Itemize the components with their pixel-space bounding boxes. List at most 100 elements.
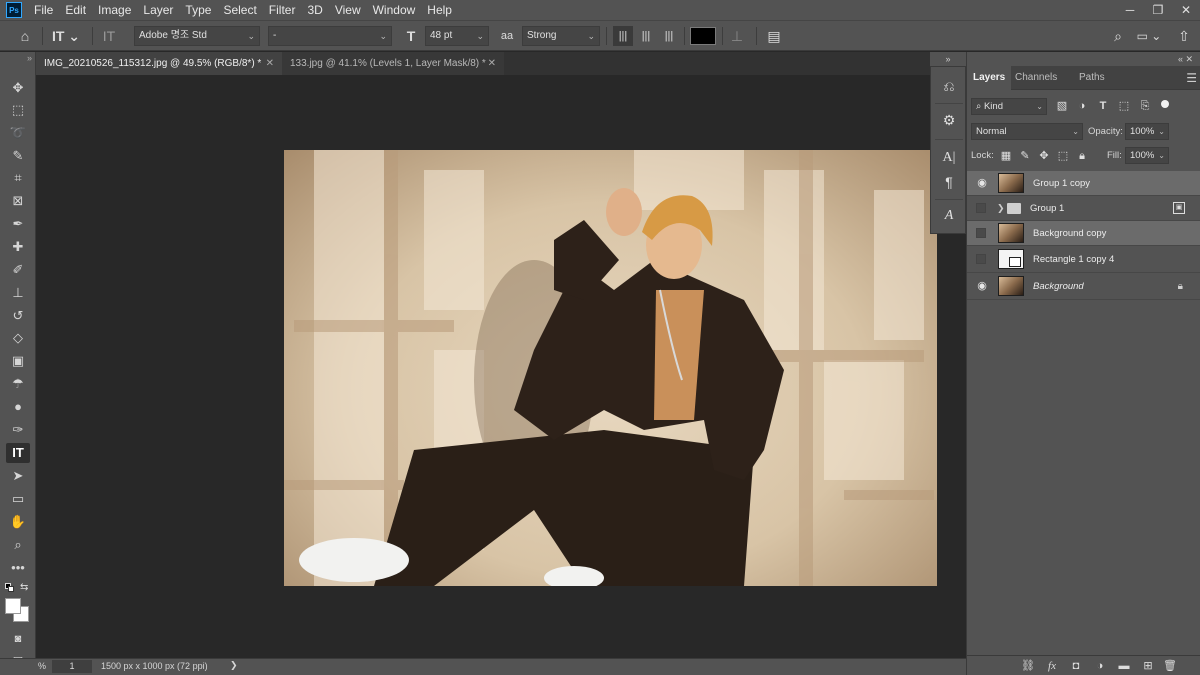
- brush-icon[interactable]: ✐: [6, 260, 30, 280]
- menu-3d[interactable]: 3D: [301, 0, 328, 20]
- close-icon[interactable]: ✕: [266, 52, 274, 75]
- quick-mask-icon[interactable]: ◙: [6, 629, 30, 649]
- minimize-icon[interactable]: ─: [1116, 0, 1144, 20]
- trash-icon[interactable]: 🗑︎: [1163, 659, 1177, 673]
- menu-help[interactable]: Help: [421, 0, 458, 20]
- align-center-icon[interactable]: |||: [636, 26, 656, 46]
- marquee-icon[interactable]: ⬚: [6, 100, 30, 120]
- menu-window[interactable]: Window: [367, 0, 422, 20]
- eyedropper-icon[interactable]: ✒: [6, 214, 30, 234]
- quick-select-icon[interactable]: ✎: [6, 146, 30, 166]
- tab-channels[interactable]: Channels: [1009, 66, 1063, 90]
- crop-icon[interactable]: ⌗: [6, 168, 30, 188]
- lock-artboard-icon[interactable]: ⬚: [1056, 149, 1070, 163]
- warp-text-icon[interactable]: ⊥: [727, 26, 747, 46]
- filter-shape-icon[interactable]: ⬚: [1117, 99, 1131, 113]
- align-left-icon[interactable]: |||: [613, 26, 633, 46]
- path-select-icon[interactable]: ➤: [6, 466, 30, 486]
- foreground-color-swatch[interactable]: [5, 598, 21, 614]
- fill-field[interactable]: 100% ⌄: [1125, 147, 1169, 164]
- tab-paths[interactable]: Paths: [1073, 66, 1111, 90]
- mask-icon[interactable]: ◘: [1069, 659, 1083, 673]
- type-tool-icon[interactable]: IT ⌄: [48, 26, 84, 46]
- expand-chevron-icon[interactable]: ❯: [997, 196, 1005, 221]
- fx-icon[interactable]: fx: [1045, 659, 1059, 673]
- status-menu-arrow[interactable]: ❯: [230, 660, 238, 671]
- rectangle-icon[interactable]: ▭: [6, 489, 30, 509]
- character-icon[interactable]: A|: [937, 147, 961, 169]
- tab-document-2[interactable]: 133.jpg @ 41.1% (Levels 1, Layer Mask/8)…: [282, 52, 504, 75]
- photoshop-logo-icon[interactable]: Ps: [6, 2, 22, 18]
- menu-edit[interactable]: Edit: [59, 0, 92, 20]
- dock-collapse-icon[interactable]: »: [930, 52, 966, 66]
- font-size-select[interactable]: 48 pt ⌄: [425, 26, 489, 46]
- history-brush-icon[interactable]: ↺: [6, 306, 30, 326]
- menu-filter[interactable]: Filter: [263, 0, 302, 20]
- hand-icon[interactable]: ✋: [6, 512, 30, 532]
- gradient-icon[interactable]: ▣: [6, 351, 30, 371]
- adjustment-icon[interactable]: ◑: [1093, 659, 1107, 673]
- zoom-field[interactable]: 1: [52, 660, 92, 673]
- filter-type-icon[interactable]: T: [1096, 99, 1110, 113]
- layer-filter-select[interactable]: ⌕ Kind ⌄: [971, 98, 1047, 115]
- more-tools-icon[interactable]: •••: [6, 558, 30, 578]
- new-layer-icon[interactable]: ⊞: [1141, 659, 1155, 673]
- tab-layers[interactable]: Layers: [967, 66, 1012, 90]
- text-orientation-icon[interactable]: IT: [98, 26, 120, 46]
- swap-colors-icon[interactable]: ⇆: [20, 582, 28, 593]
- move-icon[interactable]: ✥: [6, 78, 30, 98]
- default-colors-icon[interactable]: [5, 583, 14, 592]
- filter-smart-object-icon[interactable]: ⎘: [1138, 99, 1152, 113]
- blur-icon[interactable]: ☂: [6, 374, 30, 394]
- font-family-select[interactable]: Adobe 명조 Std ⌄: [134, 26, 260, 46]
- close-icon[interactable]: ✕: [488, 52, 496, 75]
- eraser-icon[interactable]: ◇: [6, 328, 30, 348]
- layer-row-background[interactable]: ◉ Background 🔒︎: [967, 273, 1200, 300]
- visibility-eye-icon[interactable]: ◉: [973, 174, 991, 192]
- lock-position-icon[interactable]: ✥: [1037, 149, 1051, 163]
- align-right-icon[interactable]: |||: [659, 26, 679, 46]
- layer-row-group-1[interactable]: ❯ Group 1 ▣: [967, 196, 1200, 221]
- pen-icon[interactable]: ✑: [6, 420, 30, 440]
- dodge-icon[interactable]: ●: [6, 397, 30, 417]
- blend-mode-select[interactable]: Normal ⌄: [971, 123, 1083, 140]
- menu-select[interactable]: Select: [217, 0, 262, 20]
- menu-image[interactable]: Image: [92, 0, 137, 20]
- paragraph-icon[interactable]: ¶: [937, 171, 961, 193]
- visibility-toggle[interactable]: [976, 203, 986, 213]
- filter-adjustment-icon[interactable]: ◑: [1075, 99, 1089, 113]
- collapse-icon[interactable]: »: [0, 52, 36, 68]
- filter-pixel-icon[interactable]: ▧: [1055, 99, 1069, 113]
- layer-row-background-copy[interactable]: Background copy: [967, 221, 1200, 246]
- layer-row-rectangle-1-copy-4[interactable]: Rectangle 1 copy 4: [967, 246, 1200, 273]
- zoom-icon[interactable]: ⌕: [6, 535, 30, 555]
- glyphs-icon[interactable]: A: [937, 205, 961, 227]
- home-icon[interactable]: ⌂: [14, 26, 36, 46]
- lock-transparent-icon[interactable]: ▦: [999, 149, 1013, 163]
- filter-toggle-icon[interactable]: [1161, 100, 1169, 108]
- lock-image-icon[interactable]: ✎: [1018, 149, 1032, 163]
- character-panel-icon[interactable]: ▤: [764, 26, 784, 46]
- panel-menu-icon[interactable]: ☰: [1186, 66, 1197, 90]
- menu-file[interactable]: File: [28, 0, 59, 20]
- close-icon[interactable]: ✕: [1172, 0, 1200, 20]
- frame-icon[interactable]: ⊠: [6, 191, 30, 211]
- menu-type[interactable]: Type: [179, 0, 217, 20]
- visibility-toggle[interactable]: [976, 228, 986, 238]
- search-icon[interactable]: ⌕: [1108, 26, 1128, 46]
- link-icon[interactable]: ⛓: [1021, 659, 1035, 673]
- visibility-eye-icon[interactable]: ◉: [973, 277, 991, 295]
- history-icon[interactable]: ⎌: [937, 75, 961, 97]
- panel-collapse-icon[interactable]: « ✕: [967, 52, 1200, 66]
- lasso-icon[interactable]: ➰: [6, 123, 30, 143]
- type-icon[interactable]: IT: [6, 443, 30, 463]
- restore-icon[interactable]: ❐: [1144, 0, 1172, 20]
- stamp-icon[interactable]: ⊥: [6, 283, 30, 303]
- menu-view[interactable]: View: [329, 0, 367, 20]
- visibility-toggle[interactable]: [976, 254, 986, 264]
- tab-document-1[interactable]: IMG_20210526_115312.jpg @ 49.5% (RGB/8*)…: [36, 52, 282, 75]
- share-icon[interactable]: ⇧: [1174, 26, 1194, 46]
- new-group-icon[interactable]: ▬: [1117, 659, 1131, 673]
- properties-icon[interactable]: ⚙: [937, 109, 961, 131]
- lock-all-icon[interactable]: 🔒︎: [1075, 149, 1089, 163]
